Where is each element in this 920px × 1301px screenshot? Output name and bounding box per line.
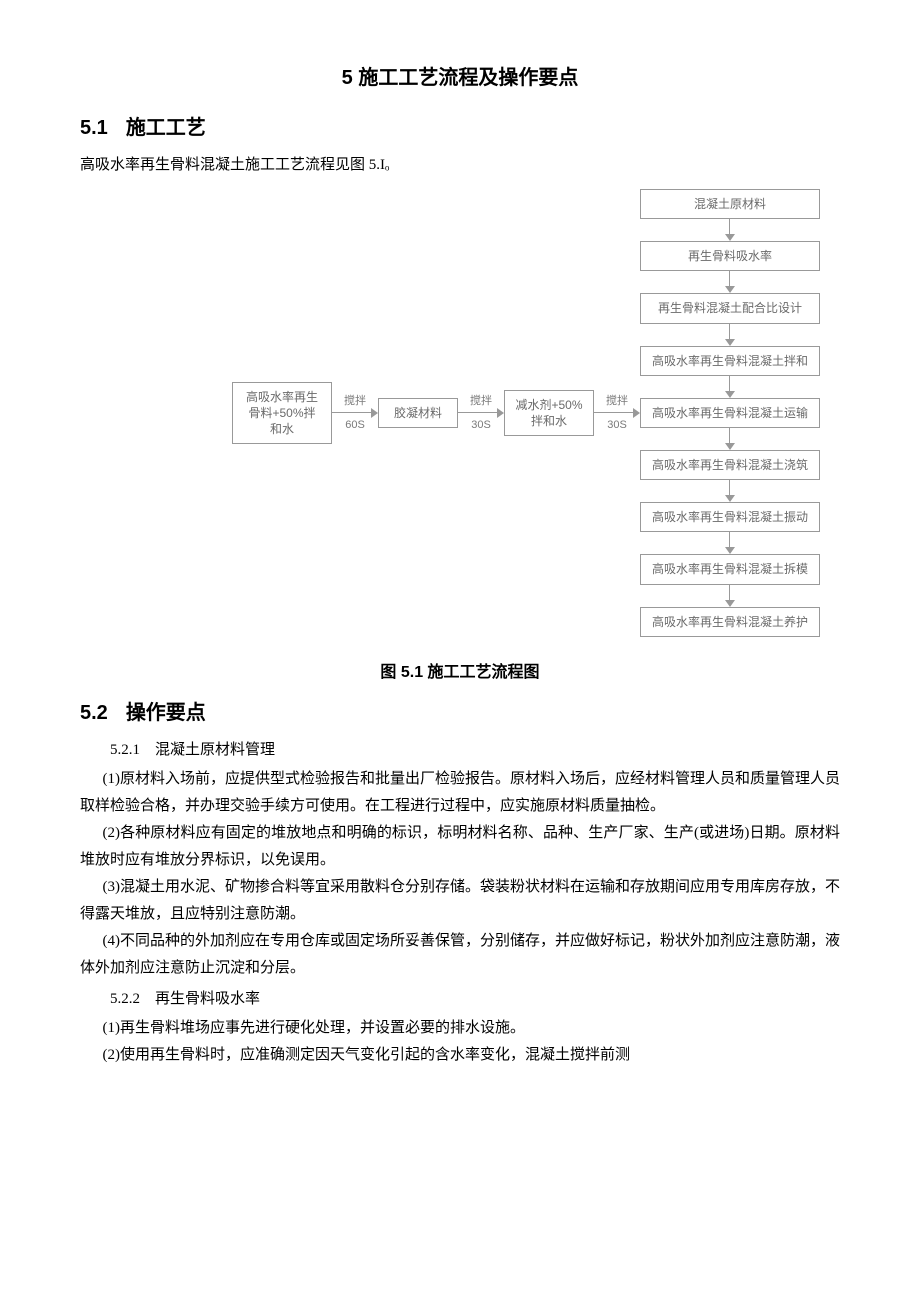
flow-node-curing: 高吸水率再生骨料混凝土养护 [640,607,820,637]
flow-arrow-step2: 搅拌 30S [458,395,504,431]
subsection-5-2-1: 5.2.1 混凝土原材料管理 [80,737,840,764]
arrow-label: 搅拌 [606,395,628,407]
flow-diagram: 高吸水率再生骨料+50%拌和水 搅拌 60S 胶凝材料 搅拌 30S 减水剂+5… [80,189,840,637]
flow-node-transport: 高吸水率再生骨料混凝土运输 [640,398,820,428]
section-5-1-num: 5.1 [80,117,108,139]
flow-right-chain: 混凝土原材料 再生骨料吸水率 再生骨料混凝土配合比设计 高吸水率再生骨料混凝土拌… [640,189,820,637]
section-5-2-title: 5.2 操作要点 [80,695,840,731]
subsection-5-2-2: 5.2.2 再生骨料吸水率 [80,986,840,1013]
flow-node-recycled-aggregate: 高吸水率再生骨料+50%拌和水 [232,382,332,445]
chapter-title: 5 施工工艺流程及操作要点 [80,60,840,96]
flow-node-demold: 高吸水率再生骨料混凝土拆模 [640,554,820,584]
arrow-down-icon [725,585,735,607]
arrow-label: 搅拌 [470,395,492,407]
arrow-sublabel: 60S [345,419,365,431]
section-5-2-text: 操作要点 [126,702,206,724]
flow-node-water-reducer: 减水剂+50%拌和水 [504,390,594,436]
section-5-1-text: 施工工艺 [126,117,206,139]
arrow-right-icon [458,408,504,418]
flow-node-absorption-rate: 再生骨料吸水率 [640,241,820,271]
arrow-right-icon [594,408,640,418]
arrow-down-icon [725,532,735,554]
paragraph-4: (4)不同品种的外加剂应在专用仓库或固定场所妥善保管，分别储存，并应做好标记，粉… [80,928,840,982]
arrow-sublabel: 30S [607,419,627,431]
paragraph-3: (3)混凝土用水泥、矿物掺合料等宜采用散料仓分别存储。袋装粉状材料在运输和存放期… [80,874,840,928]
paragraph-5: (1)再生骨料堆场应事先进行硬化处理，并设置必要的排水设施。 [80,1015,840,1042]
arrow-right-icon [332,408,378,418]
arrow-down-icon [725,480,735,502]
arrow-label: 搅拌 [344,395,366,407]
arrow-down-icon [725,376,735,398]
arrow-down-icon [725,324,735,346]
flow-node-cement: 胶凝材料 [378,398,458,428]
arrow-sublabel: 30S [471,419,491,431]
section-5-2-num: 5.2 [80,702,108,724]
flow-node-vibration: 高吸水率再生骨料混凝土振动 [640,502,820,532]
paragraph-1: (1)原材料入场前，应提供型式检验报告和批量出厂检验报告。原材料入场后，应经材料… [80,766,840,820]
flow-arrow-step3: 搅拌 30S [594,395,640,431]
section-5-1-title: 5.1 施工工艺 [80,110,840,146]
flow-node-pouring: 高吸水率再生骨料混凝土浇筑 [640,450,820,480]
flow-node-mix-design: 再生骨料混凝土配合比设计 [640,293,820,323]
chapter-text: 施工工艺流程及操作要点 [358,67,578,89]
chapter-num: 5 [342,67,353,89]
figure-caption: 图 5.1 施工工艺流程图 [80,659,840,688]
arrow-down-icon [725,428,735,450]
intro-paragraph: 高吸水率再生骨料混凝土施工工艺流程见图 5.Iₒ [80,152,840,179]
paragraph-6: (2)使用再生骨料时，应准确测定因天气变化引起的含水率变化，混凝土搅拌前测 [80,1042,840,1069]
flow-node-raw-materials: 混凝土原材料 [640,189,820,219]
paragraph-2: (2)各种原材料应有固定的堆放地点和明确的标识，标明材料名称、品种、生产厂家、生… [80,820,840,874]
flow-node-mixing: 高吸水率再生骨料混凝土拌和 [640,346,820,376]
arrow-down-icon [725,219,735,241]
flow-left-chain: 高吸水率再生骨料+50%拌和水 搅拌 60S 胶凝材料 搅拌 30S 减水剂+5… [232,382,640,445]
arrow-down-icon [725,271,735,293]
flow-arrow-step1: 搅拌 60S [332,395,378,431]
